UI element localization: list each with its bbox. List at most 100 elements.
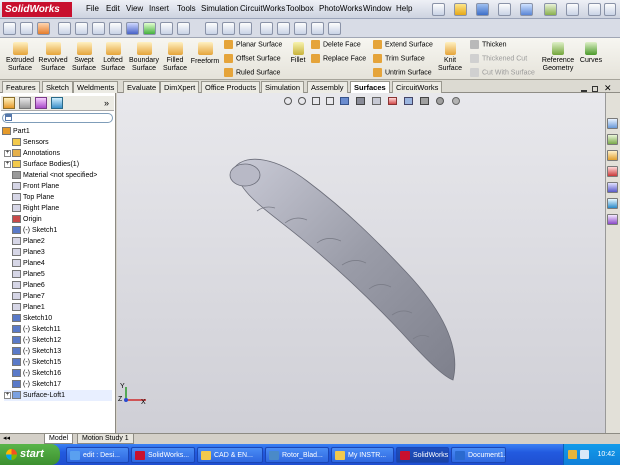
trim-surface-button[interactable]: Trim Surface xyxy=(373,54,425,63)
print-icon[interactable] xyxy=(498,3,511,16)
scroll-left-icon[interactable]: ◂◂ xyxy=(3,435,10,443)
tree-node[interactable]: Plane1 xyxy=(4,302,45,313)
relations-icon[interactable] xyxy=(222,22,235,35)
extruded-surface-button[interactable]: Extruded Surface xyxy=(4,40,36,73)
rotate-icon[interactable] xyxy=(328,22,341,35)
expand-icon[interactable]: + xyxy=(4,160,11,168)
apply-scene-icon[interactable] xyxy=(404,97,413,105)
restore-icon[interactable] xyxy=(592,86,598,92)
dimxpert-manager-tab-icon[interactable] xyxy=(51,97,63,109)
taskbar-button[interactable]: SolidWorks... xyxy=(396,447,449,463)
cut-with-surface-button[interactable]: Cut With Surface xyxy=(470,68,535,77)
sketch-tool-icon[interactable] xyxy=(37,22,50,35)
view-orientation-icon[interactable] xyxy=(143,22,156,35)
pan-icon[interactable] xyxy=(311,22,324,35)
replace-face-button[interactable]: Replace Face xyxy=(311,54,366,63)
edit-appearance-icon[interactable] xyxy=(388,97,397,105)
tray-app-icon[interactable] xyxy=(568,450,577,459)
tab-surfaces[interactable]: Surfaces xyxy=(350,81,390,93)
freeform-button[interactable]: Freeform xyxy=(190,40,220,66)
menu-circuitworks[interactable]: CircuitWorks xyxy=(240,4,285,13)
taskbar-button[interactable]: SolidWorks... xyxy=(131,447,195,463)
tree-node[interactable]: (-) Sketch12 xyxy=(4,335,61,346)
smart-dimension-icon[interactable] xyxy=(205,22,218,35)
arc-icon[interactable] xyxy=(109,22,122,35)
tab-motion-study[interactable]: Motion Study 1 xyxy=(77,434,134,444)
lofted-surface-button[interactable]: Lofted Surface xyxy=(99,40,127,73)
shadows-icon[interactable] xyxy=(452,97,460,105)
tab-simulation[interactable]: Simulation xyxy=(261,81,305,93)
design-library-icon[interactable] xyxy=(607,134,618,145)
close-icon[interactable]: ✕ xyxy=(604,84,612,93)
taskbar-button[interactable]: My INSTR... xyxy=(331,447,394,463)
menu-photoworks[interactable]: PhotoWorks xyxy=(319,4,362,13)
tree-node[interactable]: + Surface Bodies(1) xyxy=(4,159,79,170)
tab-evaluate[interactable]: Evaluate xyxy=(123,81,161,93)
zoom-in-out-icon[interactable] xyxy=(294,22,307,35)
graphics-viewport[interactable] xyxy=(117,93,605,433)
help-dropdown-icon[interactable] xyxy=(604,3,616,16)
new-document-icon[interactable] xyxy=(432,3,445,16)
tab-assembly[interactable]: Assembly xyxy=(307,81,348,93)
tree-node[interactable]: Material <not specified> xyxy=(4,170,97,181)
open-folder-icon[interactable] xyxy=(454,3,467,16)
save-icon[interactable] xyxy=(476,3,489,16)
blade-model[interactable] xyxy=(117,93,605,433)
tree-node[interactable]: Plane7 xyxy=(4,291,45,302)
tree-node[interactable]: (-) Sketch16 xyxy=(4,368,61,379)
thickened-cut-button[interactable]: Thickened Cut xyxy=(470,54,527,63)
tab-circuitworks[interactable]: CircuitWorks xyxy=(392,81,443,93)
menu-tools[interactable]: Tools xyxy=(177,4,196,13)
hide-show-icon[interactable] xyxy=(177,22,190,35)
zoom-fit-icon[interactable] xyxy=(260,22,273,35)
tab-office-products[interactable]: Office Products xyxy=(201,81,261,93)
swept-surface-button[interactable]: Swept Surface xyxy=(70,40,98,73)
tray-network-icon[interactable] xyxy=(580,450,589,459)
search-icon[interactable] xyxy=(607,166,618,177)
line-icon[interactable] xyxy=(58,22,71,35)
revolved-surface-button[interactable]: Revolved Surface xyxy=(37,40,69,73)
appearances-icon[interactable] xyxy=(607,198,618,209)
zoom-area-icon[interactable] xyxy=(277,22,290,35)
menu-help[interactable]: Help xyxy=(396,4,412,13)
tab-dimxpert[interactable]: DimXpert xyxy=(160,81,200,93)
zoom-to-area-icon[interactable] xyxy=(298,97,306,105)
zoom-to-fit-icon[interactable] xyxy=(284,97,292,105)
expand-icon[interactable]: + xyxy=(4,149,11,157)
hide-show-items-icon[interactable] xyxy=(372,97,381,105)
configuration-manager-tab-icon[interactable] xyxy=(35,97,47,109)
offset-surface-button[interactable]: Offset Surface xyxy=(224,54,281,63)
panel-expand-icon[interactable]: » xyxy=(104,98,109,108)
tab-model[interactable]: Model xyxy=(44,434,74,444)
menu-window[interactable]: Window xyxy=(363,4,391,13)
extend-surface-button[interactable]: Extend Surface xyxy=(373,40,433,49)
undo-icon[interactable] xyxy=(520,3,533,16)
tab-weldments[interactable]: Weldments xyxy=(73,81,119,93)
menu-simulation[interactable]: Simulation xyxy=(201,4,238,13)
tree-node[interactable]: (-) Sketch17 xyxy=(4,379,61,390)
tree-node[interactable]: + Surface-Loft1 xyxy=(4,390,112,401)
circle-icon[interactable] xyxy=(92,22,105,35)
reference-geometry-button[interactable]: Reference Geometry xyxy=(539,40,577,73)
grid-icon[interactable] xyxy=(239,22,252,35)
view-settings-icon[interactable] xyxy=(420,97,429,105)
menu-edit[interactable]: Edit xyxy=(106,4,120,13)
tree-node[interactable]: (-) Sketch1 xyxy=(4,225,57,236)
solidworks-logo[interactable]: SolidWorks xyxy=(2,2,72,17)
tree-node[interactable]: Origin xyxy=(4,214,42,225)
section-view-icon[interactable] xyxy=(160,22,173,35)
boundary-surface-button[interactable]: Boundary Surface xyxy=(128,40,160,73)
custom-properties-icon[interactable] xyxy=(607,214,618,225)
tree-node[interactable]: Sketch10 xyxy=(4,313,52,324)
curves-button[interactable]: Curves xyxy=(578,40,604,65)
tree-node[interactable]: Part1 xyxy=(2,126,30,137)
tree-node[interactable]: Top Plane xyxy=(4,192,54,203)
thicken-button[interactable]: Thicken xyxy=(470,40,507,49)
delete-face-button[interactable]: Delete Face xyxy=(311,40,361,49)
filled-surface-button[interactable]: Filled Surface xyxy=(161,40,189,73)
menu-insert[interactable]: Insert xyxy=(149,4,169,13)
tree-node[interactable]: (-) Sketch15 xyxy=(4,357,61,368)
tree-node[interactable]: Plane2 xyxy=(4,236,45,247)
tree-node[interactable]: Front Plane xyxy=(4,181,59,192)
taskbar-button[interactable]: CAD & EN... xyxy=(197,447,263,463)
